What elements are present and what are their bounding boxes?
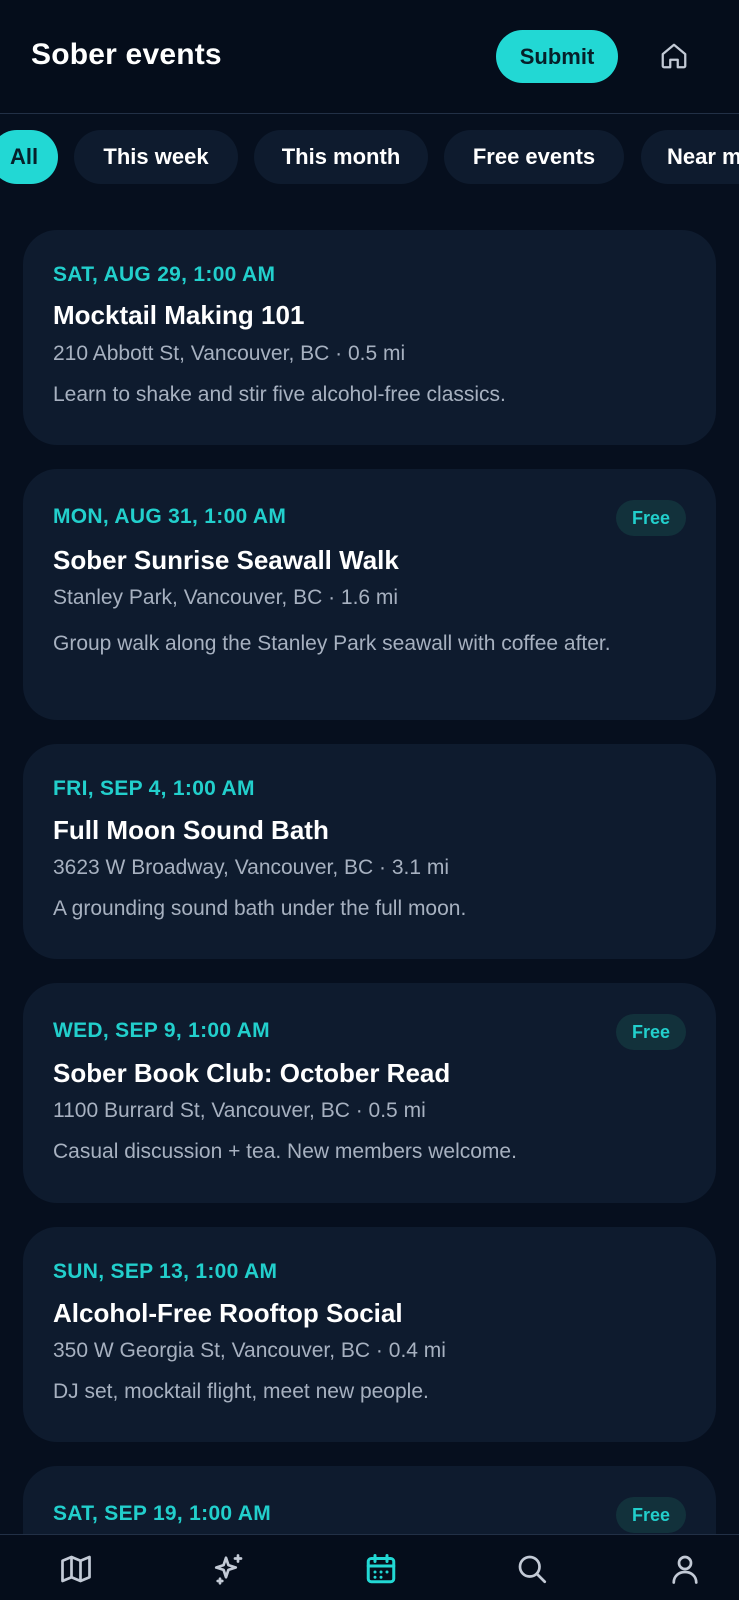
calendar-icon [366,1554,396,1584]
event-date: MON, AUG 31, 1:00 AM [53,505,287,528]
free-badge: Free [615,1497,686,1533]
event-title: Alcohol-Free Rooftop Social [53,1298,403,1328]
event-location: 350 W Georgia St, Vancouver, BC · 0.4 mi [53,1339,446,1362]
map-icon [61,1555,91,1583]
home-button[interactable] [654,36,694,76]
event-card[interactable]: FRI, SEP 4, 1:00 AM Full Moon Sound Bath… [23,744,716,959]
bottom-nav-bar [0,1534,739,1600]
header-bar: Sober events Submit [0,0,739,114]
nav-item-search[interactable] [510,1547,554,1591]
page-title: Sober events [31,38,222,71]
event-date: FRI, SEP 4, 1:00 AM [53,777,255,800]
event-date: SAT, SEP 19, 1:00 AM [53,1502,272,1525]
event-location: 1100 Burrard St, Vancouver, BC · 0.5 mi [53,1099,426,1122]
event-card[interactable]: WED, SEP 9, 1:00 AM Free Sober Book Club… [23,983,716,1203]
filter-chip-this-month[interactable]: This month [254,130,428,184]
nav-item-map[interactable] [54,1547,98,1591]
submit-button[interactable]: Submit [496,30,618,83]
event-description: Group walk along the Stanley Park seawal… [53,632,611,655]
sparkles-icon [214,1554,243,1585]
event-location: Stanley Park, Vancouver, BC · 1.6 mi [53,586,399,609]
filter-chip-free-events[interactable]: Free events [444,130,624,184]
nav-item-events[interactable] [359,1547,403,1591]
event-title: Full Moon Sound Bath [53,815,329,845]
event-location: 3623 W Broadway, Vancouver, BC · 3.1 mi [53,856,450,879]
profile-icon [672,1555,698,1584]
search-icon [518,1555,547,1584]
event-title: Sober Book Club: October Read [53,1058,451,1088]
home-icon [661,43,687,69]
nav-item-profile[interactable] [663,1547,707,1591]
app-screen: Sober events Submit All This week This m… [0,0,739,1600]
event-description: Learn to shake and stir five alcohol-fre… [53,383,506,406]
filter-bar: All This week This month Free events Nea… [0,130,739,184]
event-title: Sober Sunrise Seawall Walk [53,545,399,575]
event-date: WED, SEP 9, 1:00 AM [53,1019,270,1042]
filter-chip-this-week[interactable]: This week [74,130,238,184]
event-card[interactable]: SAT, AUG 29, 1:00 AM Mocktail Making 101… [23,230,716,445]
event-date: SAT, AUG 29, 1:00 AM [53,263,276,286]
event-date: SUN, SEP 13, 1:00 AM [53,1260,278,1283]
free-badge: Free [615,500,686,536]
event-location: 210 Abbott St, Vancouver, BC · 0.5 mi [53,342,406,365]
filter-chip-all[interactable]: All [0,130,58,184]
event-title: Mocktail Making 101 [53,300,305,330]
event-card[interactable]: SUN, SEP 13, 1:00 AM Alcohol-Free Roofto… [23,1227,716,1442]
nav-item-discover[interactable] [207,1547,251,1591]
event-card[interactable]: MON, AUG 31, 1:00 AM Free Sober Sunrise … [23,469,716,720]
event-description: Casual discussion + tea. New members wel… [53,1140,517,1163]
free-badge: Free [615,1014,686,1050]
filter-chip-near-me[interactable]: Near m [641,130,739,184]
event-description: DJ set, mocktail flight, meet new people… [53,1380,429,1403]
event-description: A grounding sound bath under the full mo… [53,897,467,920]
